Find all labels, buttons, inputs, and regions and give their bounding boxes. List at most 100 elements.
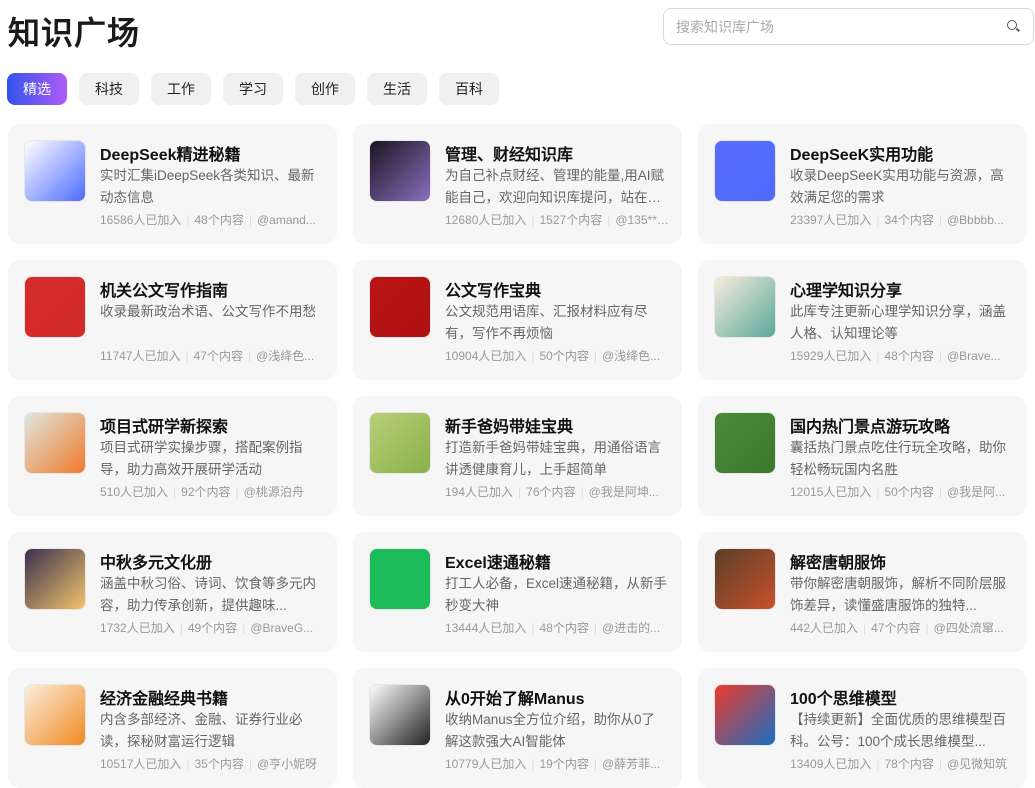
knowledge-base-grid: DeepSeek精进秘籍 实时汇集iDeepSeek各类知识、最新动态信息 16… [8,124,1027,788]
page-title: 知识广场 [8,15,141,51]
card-description: 项目式研学实操步骤，搭配案例指导，助力高效开展研学活动 [100,440,303,477]
card-description: 囊括热门景点吃住行玩全攻略，助你轻松畅玩国内名胜 [790,440,1006,477]
document-book-icon [369,276,431,338]
search-box[interactable] [663,8,1034,45]
joined-count: 1732人已加入 [100,621,175,635]
author: @薛芳菲... [601,757,661,771]
card-description: 为自己补点财经、管理的能量,用AI赋能自己，欢迎向知识库提问，站在巨... [445,168,665,205]
card-description: 内含多部经济、金融、证券行业必读，探秘财富运行逻辑 [100,712,303,749]
card-title: 管理、财经知识库 [445,147,574,164]
joined-count: 442人已加入 [790,621,859,635]
author: @见微知筑 [946,757,1008,771]
card-meta: 510人已加入 | 92个内容 | @桃源泊舟 [100,485,304,499]
search-icon[interactable] [1007,19,1021,34]
content-count: 48个内容 [194,213,244,227]
card-meta: 15929人已加入 | 48个内容 | @Brave... [790,349,1001,363]
psychology-chart-icon [714,276,776,338]
knowledge-card[interactable]: DeepSeeK实用功能 收录DeepSeeK实用功能与资源，高效满足您的需求 … [698,124,1027,244]
tab-4[interactable]: 创作 [295,73,355,105]
card-description: 【持续更新】全面优质的思维模型百科。公号：100个成长思维模型... [790,712,1006,749]
author: @四处流窜... [933,621,1004,635]
card-meta: 10517人已加入 | 35个内容 | @亨小妮呀 [100,757,318,771]
content-count: 34个内容 [884,213,934,227]
knowledge-card[interactable]: 项目式研学新探索 项目式研学实操步骤，搭配案例指导，助力高效开展研学活动 510… [8,396,337,516]
content-count: 19个内容 [539,757,589,771]
author: @BraveG... [250,621,314,635]
leaf-study-icon [24,412,86,474]
excel-icon [369,548,431,610]
tab-3[interactable]: 学习 [223,73,283,105]
thinking-person-icon [714,684,776,746]
knowledge-card[interactable]: 中秋多元文化册 涵盖中秋习俗、诗词、饮食等多元内容，助力传承创新，提供趣味...… [8,532,337,652]
author: @进击的... [601,621,661,635]
joined-count: 194人已加入 [445,485,514,499]
knowledge-card[interactable]: 100个思维模型 【持续更新】全面优质的思维模型百科。公号：100个成长思维模型… [698,668,1027,788]
card-title: 新手爸妈带娃宝典 [445,419,574,436]
deepseek-whale-icon [24,140,86,202]
joined-count: 510人已加入 [100,485,169,499]
knowledge-card[interactable]: DeepSeek精进秘籍 实时汇集iDeepSeek各类知识、最新动态信息 16… [8,124,337,244]
card-title: 机关公文写作指南 [100,283,229,300]
knowledge-card[interactable]: 心理学知识分享 此库专注更新心理学知识分享，涵盖人格、认知理论等 15929人已… [698,260,1027,380]
knowledge-card[interactable]: 解密唐朝服饰 带你解密唐朝服饰，解析不同阶层服饰差异，读懂盛唐服饰的独特... … [698,532,1027,652]
manus-hand-icon [369,684,431,746]
content-count: 47个内容 [193,349,243,363]
author: @我是阿坤... [588,485,659,499]
joined-count: 12015人已加入 [790,485,872,499]
knowledge-card[interactable]: 从0开始了解Manus 收纳Manus全方位介绍，助你从0了解这款强大AI智能体… [353,668,682,788]
card-title: 经济金融经典书籍 [100,691,229,708]
card-meta: 10779人已加入 | 19个内容 | @薛芳菲... [445,757,661,771]
knowledge-card[interactable]: 公文写作宝典 公文规范用语库、汇报材料应有尽有，写作不再烦恼 10904人已加入… [353,260,682,380]
card-meta: 194人已加入 | 76个内容 | @我是阿坤... [445,485,659,499]
card-title: 解密唐朝服饰 [790,555,887,572]
card-meta: 1732人已加入 | 49个内容 | @BraveG... [100,621,314,635]
joined-count: 23397人已加入 [790,213,872,227]
content-count: 48个内容 [539,621,589,635]
content-count: 1527个内容 [539,213,603,227]
author: @浅绛色... [601,349,661,363]
card-meta: 12015人已加入 | 50个内容 | @我是阿... [790,485,1006,499]
knowledge-card[interactable]: 经济金融经典书籍 内含多部经济、金融、证券行业必读，探秘财富运行逻辑 10517… [8,668,337,788]
knowledge-card[interactable]: 管理、财经知识库 为自己补点财经、管理的能量,用AI赋能自己，欢迎向知识库提问，… [353,124,682,244]
tab-0[interactable]: 精选 [7,73,67,105]
knowledge-card[interactable]: Excel速通秘籍 打工人必备，Excel速通秘籍，从新手秒变大神 13444人… [353,532,682,652]
night-tree-photo-icon [369,140,431,202]
card-title: DeepSeeK实用功能 [790,147,934,164]
card-title: 心理学知识分享 [790,283,903,300]
tab-5[interactable]: 生活 [367,73,427,105]
card-meta: 11747人已加入 | 47个内容 | @浅绛色... [100,349,315,363]
card-title: Excel速通秘籍 [445,555,551,572]
great-wall-photo-icon [714,412,776,474]
knowledge-card[interactable]: 机关公文写作指南 收录最新政治术语、公文写作不用愁 11747人已加入 | 47个内… [8,260,337,380]
search-input[interactable] [676,18,1007,35]
knowledge-card[interactable]: 新手爸妈带娃宝典 打造新手爸妈带娃宝典，用通俗语言讲透健康育儿，上手超简单 19… [353,396,682,516]
author: @Bbbbb... [946,213,1004,227]
card-title: 100个思维模型 [790,691,897,708]
card-title: DeepSeek精进秘籍 [100,147,241,164]
content-count: 48个内容 [884,349,934,363]
card-description: 打工人必备，Excel速通秘籍，从新手秒变大神 [445,576,667,613]
tab-6[interactable]: 百科 [439,73,499,105]
card-title: 项目式研学新探索 [100,419,229,436]
content-count: 47个内容 [871,621,921,635]
category-tabs: 精选 科技 工作 学习 创作 生活 百科 [7,73,499,105]
card-title: 从0开始了解Manus [445,691,585,708]
card-meta: 13444人已加入 | 48个内容 | @进击的... [445,621,661,635]
joined-count: 12680人已加入 [445,213,527,227]
knowledge-card[interactable]: 国内热门景点游玩攻略 囊括热门景点吃住行玩全攻略，助你轻松畅玩国内名胜 1201… [698,396,1027,516]
author: @amand... [256,213,316,227]
card-title: 国内热门景点游玩攻略 [790,419,951,436]
author: @我是阿... [946,485,1006,499]
joined-count: 15929人已加入 [790,349,872,363]
joined-count: 10904人已加入 [445,349,527,363]
tab-1[interactable]: 科技 [79,73,139,105]
content-count: 78个内容 [884,757,934,771]
card-description: 收录最新政治术语、公文写作不用愁 [100,304,316,319]
author: @Brave... [946,349,1001,363]
tab-2[interactable]: 工作 [151,73,211,105]
author: @135***... [615,213,670,227]
card-meta: 16586人已加入 | 48个内容 | @amand... [100,213,316,227]
content-count: 35个内容 [194,757,244,771]
card-description: 收纳Manus全方位介绍，助你从0了解这款强大AI智能体 [445,712,656,749]
mid-autumn-moon-icon [24,548,86,610]
